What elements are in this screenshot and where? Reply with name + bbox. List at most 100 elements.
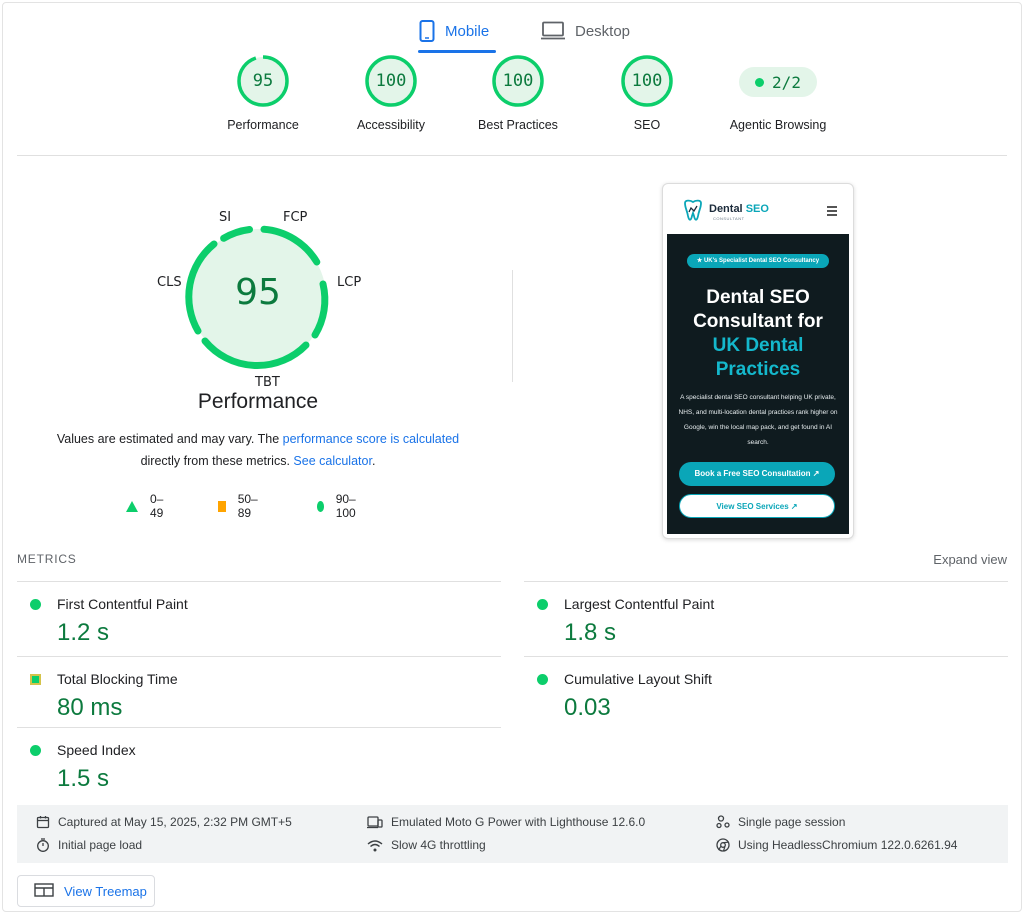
info-initial-text: Initial page load <box>58 838 143 852</box>
metric-si-value: 1.5 s <box>57 765 110 792</box>
performance-score: 95 <box>252 71 274 91</box>
metric-lcp-name: Largest Contentful Paint <box>564 596 715 612</box>
category-scores: 95 Performance 100 Accessibility 100 Bes… <box>0 54 1024 154</box>
best-practices-score: 100 <box>502 71 534 91</box>
gauge-label-tbt: TBT <box>255 375 280 390</box>
hero-line-3: UK Dental <box>712 335 804 356</box>
pass-dot-icon <box>30 745 41 756</box>
tab-mobile[interactable]: Mobile <box>419 10 489 52</box>
info-session-text: Single page session <box>738 815 846 829</box>
tab-desktop-label: Desktop <box>575 22 631 40</box>
metrics-heading: METRICS <box>17 552 77 566</box>
info-emulated-text: Emulated Moto G Power with Lighthouse 12… <box>391 815 646 829</box>
pass-dot-icon <box>30 599 41 610</box>
metric-cls: Cumulative Layout Shift 0.03 <box>524 656 1008 728</box>
accessibility-label: Accessibility <box>356 118 426 132</box>
best-practices-label: Best Practices <box>478 118 558 132</box>
info-throttling: Slow 4G throttling <box>367 838 486 852</box>
view-treemap-label: View Treemap <box>64 883 147 899</box>
accessibility-gauge: 100 <box>364 54 418 108</box>
session-icon <box>716 815 730 829</box>
metric-tbt-value: 80 ms <box>57 694 123 721</box>
info-throttling-text: Slow 4G throttling <box>391 838 486 852</box>
metric-lcp: Largest Contentful Paint 1.8 s <box>524 581 1008 653</box>
logo-subtitle: CONSULTANT <box>713 216 745 221</box>
pass-dot-icon <box>537 599 548 610</box>
view-services-button: View SEO Services ↗ <box>679 494 835 518</box>
info-initial: Initial page load <box>36 838 142 852</box>
description-text-2: directly from these metrics. <box>140 454 294 468</box>
expand-view-button[interactable]: Expand view <box>933 552 1007 567</box>
metric-fcp-name: First Contentful Paint <box>57 596 188 612</box>
square-icon <box>218 500 226 512</box>
description-text-3: . <box>371 454 376 468</box>
tab-desktop[interactable]: Desktop <box>541 10 630 52</box>
vertical-divider <box>512 270 513 382</box>
logo-accent: SEO <box>745 203 769 215</box>
calendar-icon <box>36 815 50 829</box>
performance-big-score: 95 <box>235 272 281 313</box>
metric-tbt-name: Total Blocking Time <box>57 671 178 687</box>
final-screenshot[interactable]: Dental SEO CONSULTANT ★ UK's Specialist … <box>662 183 854 539</box>
description-text-1: Values are estimated and may vary. The <box>56 432 283 446</box>
hero-line-1: Dental SEO <box>706 287 810 308</box>
device-tabs: Mobile Desktop <box>0 10 1024 54</box>
info-captured: Captured at May 15, 2025, 2:32 PM GMT+5 <box>36 815 292 829</box>
hero-line-2: Consultant for <box>693 311 823 332</box>
timer-icon <box>36 838 50 852</box>
metric-si: Speed Index 1.5 s <box>17 727 501 799</box>
site-header: Dental SEO CONSULTANT <box>667 188 849 234</box>
chromium-icon <box>716 838 730 852</box>
device-icon <box>367 815 383 829</box>
legend-fail-range: 0–49 <box>150 492 164 520</box>
best-practices-gauge: 100 <box>491 54 545 108</box>
score-accessibility[interactable]: 100 Accessibility <box>331 54 451 132</box>
agentic-browsing-score: 2/2 <box>772 72 801 92</box>
monitor-icon <box>541 21 565 41</box>
metric-tbt: Total Blocking Time 80 ms <box>17 656 501 728</box>
performance-title: Performance <box>197 390 319 413</box>
tooth-logo-icon <box>681 199 705 228</box>
site-logo-text: Dental SEO <box>709 203 769 215</box>
gauge-label-si: SI <box>219 210 232 225</box>
pass-square-icon <box>30 674 41 685</box>
metric-lcp-value: 1.8 s <box>564 619 617 646</box>
score-seo[interactable]: 100 SEO <box>587 54 707 132</box>
pass-dot-icon <box>537 674 548 685</box>
info-emulated: Emulated Moto G Power with Lighthouse 12… <box>367 815 645 829</box>
smartphone-icon <box>419 20 435 42</box>
metric-cls-value: 0.03 <box>564 694 611 721</box>
triangle-icon <box>126 500 138 512</box>
logo-main: Dental <box>709 203 743 215</box>
treemap-icon <box>34 882 54 900</box>
score-performance[interactable]: 95 Performance <box>203 54 323 132</box>
header-divider <box>17 155 1007 156</box>
site-hero: ★ UK's Specialist Dental SEO Consultancy… <box>667 234 849 534</box>
view-treemap-button[interactable]: View Treemap <box>17 875 155 907</box>
legend-pass-range: 90–100 <box>335 492 356 520</box>
info-browser: Using HeadlessChromium 122.0.6261.94 <box>716 838 957 852</box>
performance-description: Values are estimated and may vary. The p… <box>40 428 476 472</box>
circle-icon <box>317 500 324 512</box>
info-browser-text: Using HeadlessChromium 122.0.6261.94 <box>738 838 958 852</box>
see-calculator-link[interactable]: See calculator <box>293 454 372 468</box>
seo-gauge: 100 <box>620 54 674 108</box>
metric-fcp-value: 1.2 s <box>57 619 110 646</box>
hero-line-4: Practices <box>715 359 801 380</box>
score-calculated-link[interactable]: performance score is calculated <box>283 432 459 446</box>
score-agentic-browsing[interactable]: 2/2 Agentic Browsing <box>718 54 838 132</box>
hero-badge: ★ UK's Specialist Dental SEO Consultancy <box>687 254 829 268</box>
hamburger-menu-icon <box>827 206 837 218</box>
hero-paragraph: A specialist dental SEO consultant helpi… <box>678 394 838 446</box>
seo-label: SEO <box>633 118 661 132</box>
legend-average: 50–89 <box>218 492 261 520</box>
score-best-practices[interactable]: 100 Best Practices <box>458 54 578 132</box>
legend-fail: 0–49 <box>126 492 163 520</box>
metric-cls-name: Cumulative Layout Shift <box>564 671 712 687</box>
metric-si-name: Speed Index <box>57 742 136 758</box>
legend-average-range: 50–89 <box>237 492 258 520</box>
active-tab-indicator <box>418 50 496 53</box>
gauge-label-lcp: LCP <box>337 275 362 290</box>
performance-label: Performance <box>227 118 299 132</box>
book-consultation-button: Book a Free SEO Consultation ↗ <box>679 462 835 486</box>
